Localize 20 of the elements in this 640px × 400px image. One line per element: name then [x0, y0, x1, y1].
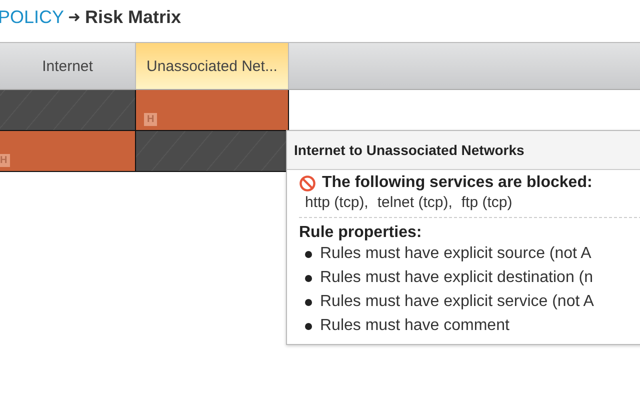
- rules-heading: Rule properties:: [299, 224, 423, 242]
- bullet-icon: [305, 250, 312, 258]
- service-name: telnet (tcp),: [377, 194, 452, 211]
- page-title: Risk Matrix: [85, 6, 182, 28]
- bullet-icon: [305, 298, 312, 306]
- rule-text: Rules must have explicit source (not A: [320, 245, 592, 263]
- hatched-cell[interactable]: [0, 90, 136, 130]
- rule-text: Rules must have comment: [320, 317, 510, 335]
- breadcrumb-separator: ➜: [68, 8, 82, 26]
- bullet-icon: [305, 274, 312, 282]
- tooltip-title: Internet to Unassociated Networks: [287, 131, 640, 170]
- service-name: http (tcp),: [305, 194, 368, 211]
- blocked-icon: [299, 174, 316, 192]
- rule-text: Rules must have explicit service (not A: [320, 293, 594, 311]
- service-name: ftp (tcp): [461, 194, 512, 211]
- blocked-heading: The following services are blocked:: [322, 174, 592, 192]
- column-header[interactable]: Unassociated Net...: [136, 43, 289, 89]
- hatched-cell[interactable]: [136, 131, 289, 171]
- bullet-icon: [305, 322, 312, 330]
- rule-text: Rules must have explicit destination (n: [320, 269, 594, 287]
